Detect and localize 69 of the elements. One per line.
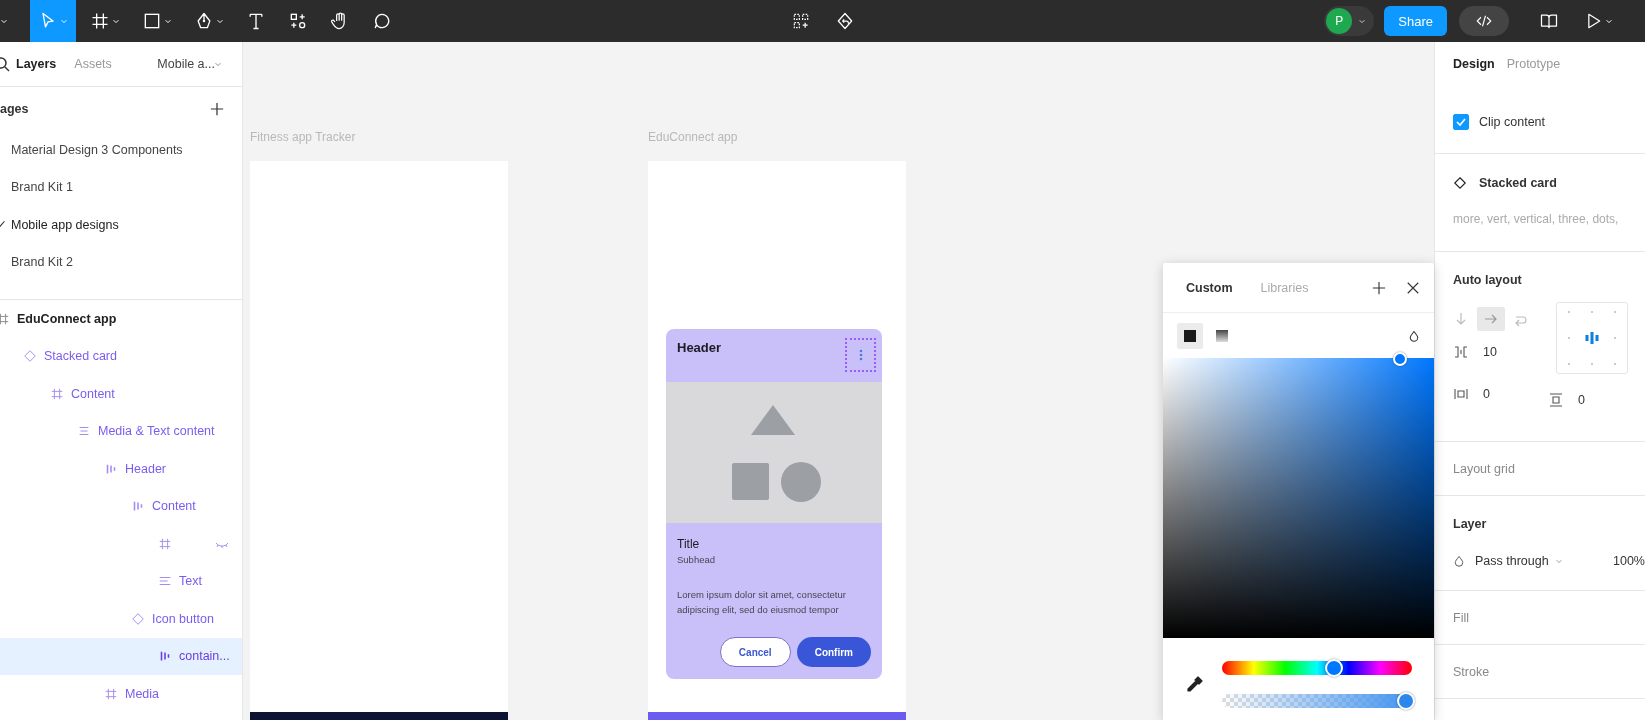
hash-icon: [104, 686, 118, 701]
align-bars-icon: [1583, 330, 1601, 346]
close-icon[interactable]: [1406, 280, 1420, 295]
layer-row[interactable]: Icon button: [0, 600, 242, 638]
hash-icon: [158, 536, 172, 551]
spacing-icon: [1453, 344, 1469, 360]
panel-tab[interactable]: Design: [1453, 57, 1495, 71]
hash-icon: [90, 11, 110, 31]
page-item[interactable]: Mobile app designs: [0, 206, 242, 244]
section-title: ages: [0, 102, 29, 116]
layer-row[interactable]: Stacked card: [0, 337, 242, 375]
shapes-icon: [288, 11, 308, 31]
checkbox[interactable]: [1453, 113, 1469, 130]
page-item[interactable]: Brand Kit 1: [0, 168, 242, 206]
layer-row[interactable]: Header: [0, 450, 242, 488]
drop-icon[interactable]: [1408, 328, 1420, 343]
section-title: Auto layout: [1453, 271, 1523, 289]
fill-type-button[interactable]: [1177, 322, 1203, 349]
section-title: Layout grid: [1453, 461, 1515, 476]
layer-row[interactable]: Content: [0, 487, 242, 525]
diamond-icon: [1453, 176, 1467, 190]
component-description: more, vert, vertical, three, dots,: [1453, 212, 1620, 226]
card-header: Header: [677, 340, 722, 355]
horizontal-padding-icon: [1453, 386, 1469, 402]
component-name: Stacked card: [1479, 176, 1557, 190]
blend-mode-dropdown[interactable]: Pass through: [1475, 554, 1549, 568]
slider-thumb[interactable]: [1325, 659, 1344, 677]
layer-row[interactable]: Media & Text content: [0, 412, 242, 450]
layer-row[interactable]: EduConnect app: [0, 300, 242, 338]
layer-row[interactable]: Content: [0, 375, 242, 413]
vertical-padding-icon: [1548, 392, 1564, 408]
hash-icon: [0, 311, 10, 326]
color-thumb[interactable]: [1393, 352, 1407, 366]
drop-icon: [1453, 554, 1465, 568]
slider-thumb[interactable]: [1397, 692, 1416, 710]
card-title: Title: [677, 537, 701, 551]
gradient-fill-icon: [1214, 327, 1230, 344]
page-item[interactable]: Brand Kit 2: [0, 243, 242, 281]
padding-value[interactable]: 0: [1483, 387, 1490, 401]
diamond-icon: [23, 349, 37, 364]
cancel-button[interactable]: Cancel: [719, 637, 791, 667]
page-item[interactable]: Material Design 3 Components: [0, 131, 242, 169]
layer-row[interactable]: Media: [0, 675, 242, 713]
more-vertical-icon: [857, 349, 864, 361]
speech-bubble-icon: [372, 11, 392, 31]
frame-label: Fitness app Tracker: [250, 130, 356, 144]
confirm-button[interactable]: Confirm: [796, 637, 871, 667]
code-toggle[interactable]: [1459, 6, 1509, 36]
card-subhead: Subhead: [677, 554, 717, 565]
section-title: Fill: [1453, 610, 1469, 625]
plus-icon[interactable]: [210, 102, 224, 116]
section-title: Layer: [1453, 515, 1488, 533]
padding-value[interactable]: 0: [1578, 393, 1585, 407]
solid-fill-icon: [1182, 327, 1198, 344]
opacity-value[interactable]: 100%: [1613, 554, 1645, 568]
square-icon: [142, 11, 162, 31]
gap-value[interactable]: 10: [1483, 345, 1497, 359]
section-title: Stroke: [1453, 664, 1490, 679]
panel-tab[interactable]: Layers: [16, 57, 57, 71]
picker-tab[interactable]: Custom: [1186, 280, 1233, 295]
hash-icon: [50, 386, 64, 401]
diamond-icon: [131, 611, 145, 626]
card-body: Lorem ipsum dolor sit amet, consectetur adipiscing elit, sed do eiusmod tempor: [677, 588, 847, 617]
plus-icon[interactable]: [1372, 280, 1386, 295]
checkbox-label: Clip content: [1479, 114, 1545, 129]
frame-label: EduConnect app: [648, 130, 738, 144]
layer-row[interactable]: Text: [0, 562, 242, 600]
page-menu[interactable]: Mobile a...: [157, 57, 228, 71]
layer-row[interactable]: contain...: [0, 637, 242, 675]
